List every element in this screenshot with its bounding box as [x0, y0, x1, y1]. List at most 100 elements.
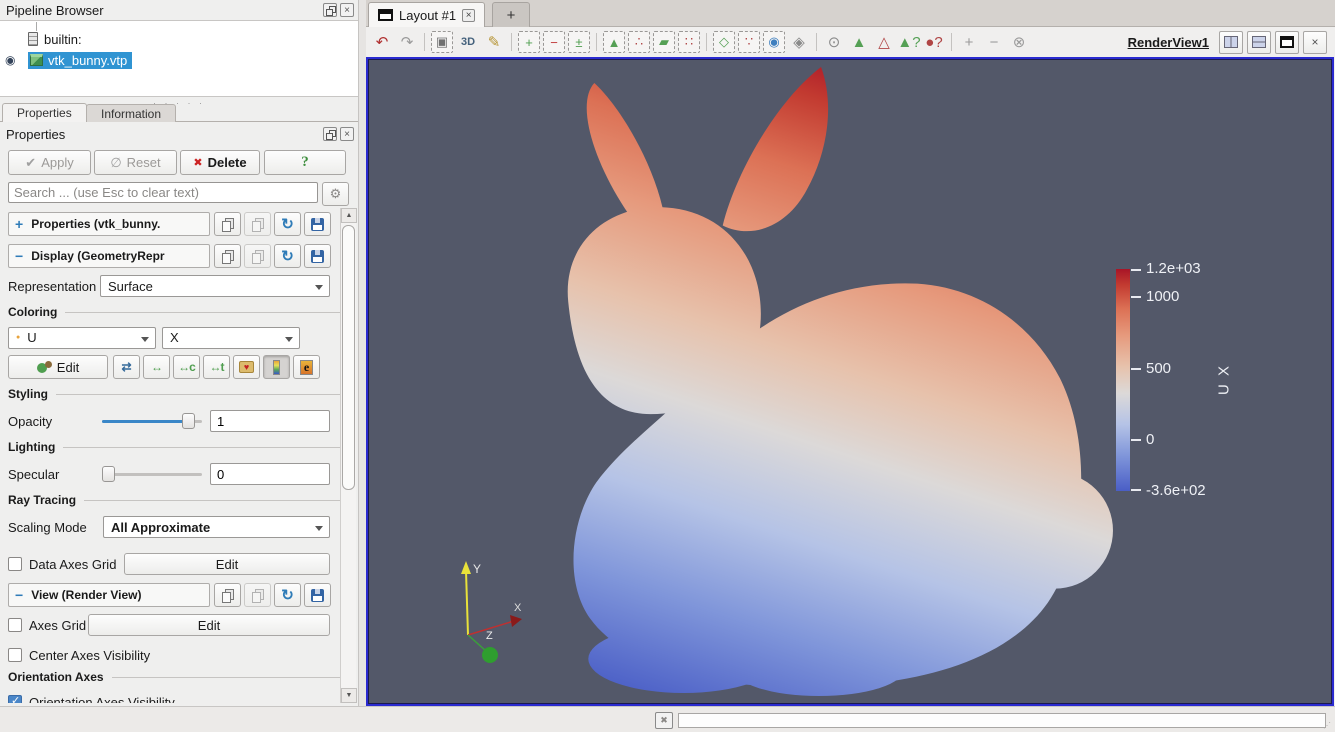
search-options-button[interactable]: ⚙ [322, 182, 349, 206]
frustum-select-icon[interactable]: ◈ [788, 31, 810, 53]
tab-properties[interactable]: Properties [2, 103, 87, 122]
edit-color-legend-button[interactable]: e [293, 355, 320, 379]
close-view-button[interactable]: × [1303, 31, 1327, 54]
section-view[interactable]: − View (Render View) [8, 583, 210, 607]
render-viewport[interactable]: Y X Z U X 1.2e+0310005000-3.6e+02 [366, 57, 1334, 706]
capture-screenshot-icon[interactable]: ▣ [431, 31, 453, 53]
save-view-button[interactable] [304, 583, 331, 607]
interactive-select-points-icon[interactable]: △ [873, 31, 895, 53]
axes-grid-edit-button[interactable]: Edit [88, 614, 330, 636]
paste-view-button[interactable] [244, 583, 271, 607]
select-points-polygon-icon[interactable]: ∵ [738, 31, 760, 53]
specular-input[interactable] [210, 463, 330, 485]
representation-dropdown[interactable]: Surface [100, 275, 330, 297]
color-component-dropdown[interactable]: X [162, 327, 300, 349]
interactive-select-cells-data-icon[interactable]: ◉ [763, 31, 785, 53]
resize-grip[interactable]: ⋰ [1323, 721, 1332, 730]
edit-color-map-button[interactable]: Edit [8, 355, 108, 379]
slider-handle[interactable] [182, 413, 195, 429]
copy-display-button[interactable] [214, 244, 241, 268]
properties-undock-button[interactable] [323, 127, 337, 141]
reload-properties-button[interactable]: ↻ [274, 212, 301, 236]
camera-redo-icon[interactable]: ↷ [396, 31, 418, 53]
abort-progress-button[interactable]: ✖ [655, 712, 673, 729]
scroll-down-button[interactable]: ▼ [341, 688, 357, 703]
split-horizontal-button[interactable] [1219, 31, 1243, 54]
copy-view-button[interactable] [214, 583, 241, 607]
select-points-on-icon[interactable]: ∴ [628, 31, 650, 53]
tab-layout-1[interactable]: Layout #1 × [368, 2, 485, 27]
save-properties-button[interactable] [304, 212, 331, 236]
data-axes-grid-edit-button[interactable]: Edit [124, 553, 330, 575]
query-cells-icon[interactable]: ▲? [898, 31, 920, 53]
choose-preset-button[interactable]: ♥ [233, 355, 260, 379]
zoom-to-box-icon[interactable]: ✎ [483, 31, 505, 53]
tab-close-button[interactable]: × [462, 9, 475, 22]
center-axes-visibility-checkbox[interactable] [8, 648, 22, 662]
paste-properties-button[interactable] [244, 212, 271, 236]
specular-slider[interactable] [102, 465, 202, 483]
select-points-through-icon[interactable]: ∷ [678, 31, 700, 53]
panel-resize-splitter[interactable] [358, 0, 366, 706]
orientation-axes-visibility-checkbox[interactable] [8, 695, 22, 703]
visibility-eye-icon[interactable]: ◉ [5, 53, 15, 67]
maximize-view-button[interactable] [1275, 31, 1299, 54]
scaling-mode-dropdown[interactable]: All Approximate [103, 516, 330, 538]
pipeline-close-button[interactable]: × [340, 3, 354, 17]
pipeline-undock-button[interactable] [323, 3, 337, 17]
clear-selection-icon[interactable]: ⊗ [1008, 31, 1030, 53]
paste-display-button[interactable] [244, 244, 271, 268]
bunny-mesh[interactable] [498, 60, 1120, 704]
show-color-legend-toggle[interactable] [263, 355, 290, 379]
scroll-up-button[interactable]: ▲ [341, 208, 357, 223]
shrink-selection-icon[interactable]: − [983, 31, 1005, 53]
hover-points-icon[interactable]: ⊙ [823, 31, 845, 53]
rescale-to-data-range-button[interactable]: ⇄ [113, 355, 140, 379]
search-input[interactable] [8, 182, 318, 203]
delete-button[interactable]: ✖ Delete [180, 150, 260, 175]
point-array-icon: ● [16, 334, 20, 341]
rescale-over-time-button[interactable]: ↔ [143, 355, 170, 379]
color-array-dropdown[interactable]: ● U [8, 327, 156, 349]
new-layout-tab-button[interactable]: + [492, 2, 530, 27]
properties-close-button[interactable]: × [340, 127, 354, 141]
camera-undo-icon[interactable]: ↶ [371, 31, 393, 53]
zoom-reset-box-icon[interactable]: ± [568, 31, 590, 53]
toggle-2d3d-icon[interactable]: 3D [456, 31, 480, 53]
pipeline-browser-header: Pipeline Browser × [0, 0, 358, 20]
grow-selection-icon[interactable]: + [958, 31, 980, 53]
select-cells-on-icon[interactable]: ▲ [603, 31, 625, 53]
reload-display-button[interactable]: ↻ [274, 244, 301, 268]
select-cells-through-icon[interactable]: ▰ [653, 31, 675, 53]
pipeline-item-builtin[interactable]: builtin: [28, 30, 82, 48]
section-display[interactable]: − Display (GeometryRepr [8, 244, 210, 268]
scaling-mode-label: Scaling Mode [8, 520, 87, 535]
save-display-button[interactable] [304, 244, 331, 268]
select-cells-polygon-icon[interactable]: ◇ [713, 31, 735, 53]
properties-scrollbar[interactable]: ▲ ▼ [340, 208, 356, 703]
color-legend-bar[interactable] [1116, 269, 1130, 491]
pipeline-item-bunny[interactable]: ◉ vtk_bunny.vtp [28, 51, 132, 69]
zoom-in-box-icon[interactable]: + [518, 31, 540, 53]
help-button[interactable]: ? [264, 150, 346, 175]
data-axes-grid-checkbox[interactable] [8, 557, 22, 571]
rescale-visible-range-button[interactable]: ↔t [203, 355, 230, 379]
copy-properties-button[interactable] [214, 212, 241, 236]
reset-button[interactable]: ∅ Reset [94, 150, 177, 175]
apply-button[interactable]: ✔ Apply [8, 150, 91, 175]
zoom-out-box-icon[interactable]: − [543, 31, 565, 53]
query-points-icon[interactable]: ●? [923, 31, 945, 53]
interactive-select-cells-icon[interactable]: ▲ [848, 31, 870, 53]
tab-information[interactable]: Information [86, 104, 176, 122]
slider-handle[interactable] [102, 466, 115, 482]
reload-view-button[interactable]: ↻ [274, 583, 301, 607]
opacity-input[interactable] [210, 410, 330, 432]
render-view-title[interactable]: RenderView1 [1128, 35, 1209, 50]
split-vertical-button[interactable] [1247, 31, 1271, 54]
color-legend[interactable]: U X 1.2e+0310005000-3.6e+02 [1116, 269, 1286, 503]
scrollbar-thumb[interactable] [342, 225, 355, 490]
rescale-custom-range-button[interactable]: ↔c [173, 355, 200, 379]
opacity-slider[interactable] [102, 412, 202, 430]
section-properties-source[interactable]: + Properties (vtk_bunny. [8, 212, 210, 236]
axes-grid-checkbox[interactable] [8, 618, 22, 632]
